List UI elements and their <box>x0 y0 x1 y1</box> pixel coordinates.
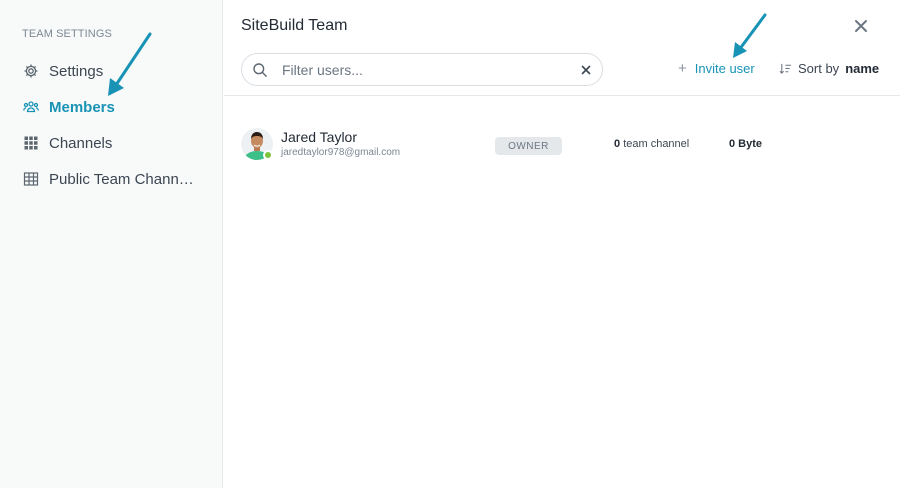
sort-prefix: Sort by <box>798 61 840 76</box>
role-badge: OWNER <box>495 137 562 155</box>
sort-value: name <box>845 61 880 76</box>
table-row[interactable]: Jared Taylor jaredtaylor978@gmail.com OW… <box>241 125 881 165</box>
team-channel-count: 0 team channel <box>614 138 689 150</box>
close-button[interactable] <box>852 17 870 35</box>
sidebar-heading: TEAM SETTINGS <box>22 28 112 40</box>
table-icon <box>22 170 40 188</box>
plus-icon: + <box>678 60 687 77</box>
sidebar-item-channels[interactable]: Channels <box>22 131 217 155</box>
gear-icon <box>22 62 40 80</box>
channel-count-label: team channel <box>623 138 690 150</box>
grid-icon <box>22 134 40 152</box>
storage-usage: 0 Byte <box>729 138 763 150</box>
member-name: Jared Taylor <box>281 129 358 145</box>
channel-count-value: 0 <box>614 138 621 150</box>
sidebar-item-settings[interactable]: Settings <box>22 59 217 83</box>
sidebar: TEAM SETTINGS Settings Members Channels … <box>0 0 223 488</box>
sidebar-item-label: Settings <box>49 62 104 80</box>
online-status-indicator <box>263 150 273 160</box>
close-icon <box>855 20 867 32</box>
clear-search-icon[interactable] <box>580 64 592 76</box>
sidebar-item-public-team-channels[interactable]: Public Team Chann… <box>22 167 217 191</box>
sidebar-item-label: Channels <box>49 134 113 152</box>
search-box <box>241 53 603 86</box>
member-email: jaredtaylor978@gmail.com <box>281 147 401 158</box>
invite-user-button[interactable]: + Invite user <box>678 61 755 76</box>
sidebar-item-label: Members <box>49 98 115 116</box>
people-icon <box>22 98 40 116</box>
main-panel: SiteBuild Team + Invite user Sort by nam… <box>224 0 900 488</box>
search-icon <box>253 62 267 77</box>
invite-user-label: Invite user <box>694 61 755 76</box>
search-input[interactable] <box>282 61 580 78</box>
sort-button[interactable]: Sort by name <box>779 61 879 76</box>
sidebar-item-label: Public Team Chann… <box>49 170 194 188</box>
header-divider <box>224 95 900 96</box>
sidebar-item-members[interactable]: Members <box>22 95 217 119</box>
sort-icon <box>779 63 792 74</box>
page-title: SiteBuild Team <box>241 17 348 34</box>
